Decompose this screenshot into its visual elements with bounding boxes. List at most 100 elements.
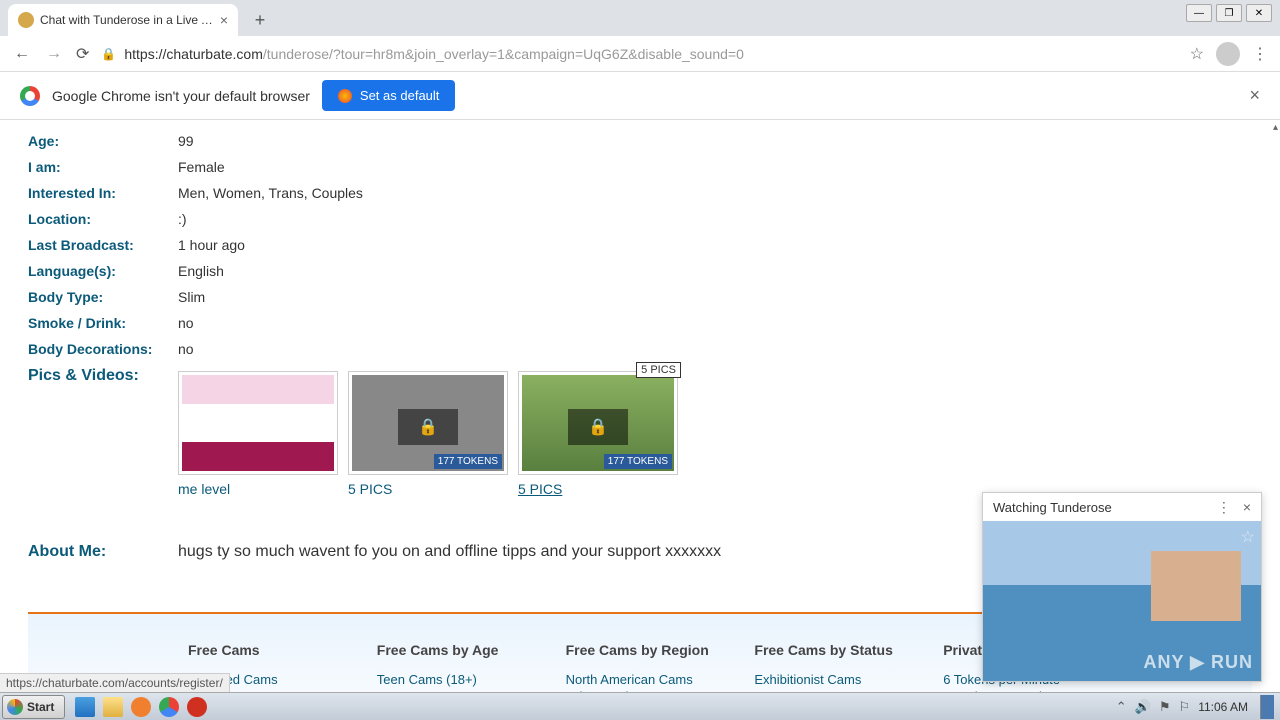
bio-value: :) (178, 211, 187, 227)
bio-label: I am: (28, 159, 178, 175)
new-tab-button[interactable]: + (246, 6, 274, 34)
pics-videos-row: Pics & Videos: me level 🔒 177 TOKENS 5 PICS… (28, 362, 1252, 502)
ie-icon[interactable] (75, 697, 95, 717)
clock[interactable]: 11:06 AM (1198, 700, 1248, 714)
pic-thumbnail[interactable]: 🔒 177 TOKENS (348, 371, 508, 475)
reload-button[interactable]: ⟳ (76, 44, 89, 64)
bio-row: Age:99 (28, 128, 1252, 154)
footer-link[interactable]: Exhibitionist Cams (754, 672, 903, 687)
start-orb-icon (7, 699, 23, 715)
pic-thumbnail[interactable]: 🔒177 TOKENS5 PICS (518, 371, 678, 475)
pic-caption[interactable]: 5 PICS (348, 481, 510, 497)
taskbar: Start ⌃ 🔊 ⚑ ⚐ 11:06 AM (0, 692, 1280, 720)
footer-title: Free Cams by Status (754, 642, 903, 658)
pip-watermark: ANY ▶ RUN (1143, 652, 1253, 673)
infobar-message: Google Chrome isn't your default browser (52, 88, 310, 104)
bio-label: Language(s): (28, 263, 178, 279)
pip-close-icon[interactable]: × (1243, 499, 1251, 516)
footer-column: Free Cams by StatusExhibitionist CamsHD … (754, 642, 903, 692)
token-badge: 177 TOKENS (604, 454, 672, 469)
chrome-taskbar-icon[interactable] (159, 697, 179, 717)
back-button[interactable]: ← (12, 45, 32, 63)
bio-row: Last Broadcast:1 hour ago (28, 232, 1252, 258)
bio-label: Age: (28, 133, 178, 149)
maximize-button[interactable]: ❐ (1216, 4, 1242, 22)
media-player-icon[interactable] (131, 697, 151, 717)
window-controls: — ❐ ✕ (1186, 4, 1272, 22)
url-field[interactable]: 🔒 https://chaturbate.com/tunderose/?tour… (101, 46, 1177, 62)
bio-table: Age:99I am:FemaleInterested In:Men, Wome… (28, 128, 1252, 362)
bio-row: Body Type:Slim (28, 284, 1252, 310)
footer-title: Free Cams (188, 642, 337, 658)
favicon-icon (18, 12, 34, 28)
tab-title: Chat with Tunderose in a Live Adult (40, 13, 214, 27)
tab-bar: Chat with Tunderose in a Live Adult × + … (0, 0, 1280, 36)
pip-window[interactable]: Watching Tunderose ⋮ × ☆ ANY ▶ RUN (982, 492, 1262, 682)
start-button[interactable]: Start (2, 695, 65, 719)
close-tab-icon[interactable]: × (220, 12, 228, 28)
pic-thumbnail[interactable] (178, 371, 338, 475)
quick-launch (75, 697, 207, 717)
security-icon[interactable]: ⚑ (1159, 699, 1171, 715)
bio-label: Smoke / Drink: (28, 315, 178, 331)
browser-chrome: Chat with Tunderose in a Live Adult × + … (0, 0, 1280, 120)
volume-icon[interactable]: 🔊 (1135, 699, 1151, 715)
pics-videos-label: Pics & Videos: (28, 367, 178, 497)
bio-row: Smoke / Drink:no (28, 310, 1252, 336)
bio-label: Interested In: (28, 185, 178, 201)
footer-column: Free Cams by RegionNorth American CamsOt… (566, 642, 715, 692)
shield-icon (338, 89, 352, 103)
pic-item[interactable]: 🔒177 TOKENS5 PICS5 PICS (518, 371, 680, 497)
lock-overlay-icon: 🔒 (568, 409, 628, 445)
bio-label: Body Decorations: (28, 341, 178, 357)
bio-value: Slim (178, 289, 205, 305)
footer-title: Free Cams by Region (566, 642, 715, 658)
profile-avatar[interactable] (1216, 42, 1240, 66)
pip-video[interactable]: ☆ ANY ▶ RUN (983, 521, 1261, 681)
pic-item[interactable]: 🔒 177 TOKENS 5 PICS (348, 371, 510, 497)
close-window-button[interactable]: ✕ (1246, 4, 1272, 22)
bio-row: Location::) (28, 206, 1252, 232)
system-tray: ⌃ 🔊 ⚑ ⚐ 11:06 AM (1116, 695, 1280, 719)
app-icon[interactable] (187, 697, 207, 717)
bio-row: Body Decorations:no (28, 336, 1252, 362)
pic-caption[interactable]: 5 PICS (518, 481, 680, 497)
favorite-star-icon[interactable]: ☆ (1241, 527, 1255, 547)
pic-caption[interactable]: me level (178, 481, 340, 497)
about-me-label: About Me: (28, 543, 178, 561)
bio-row: I am:Female (28, 154, 1252, 180)
bio-value: Men, Women, Trans, Couples (178, 185, 363, 201)
infobar-close-icon[interactable]: × (1249, 85, 1260, 106)
url-path: /tunderose/?tour=hr8m&join_overlay=1&cam… (263, 46, 744, 62)
address-bar: ← → ⟳ 🔒 https://chaturbate.com/tunderose… (0, 36, 1280, 72)
pip-menu-icon[interactable]: ⋮ (1217, 499, 1231, 516)
bio-label: Last Broadcast: (28, 237, 178, 253)
bio-value: no (178, 315, 194, 331)
explorer-icon[interactable] (103, 697, 123, 717)
footer-link[interactable]: Teen Cams (18+) (377, 672, 526, 687)
pic-count-badge: 5 PICS (636, 362, 681, 378)
forward-button[interactable]: → (44, 45, 64, 63)
chrome-menu-icon[interactable]: ⋮ (1252, 44, 1268, 64)
set-default-button[interactable]: Set as default (322, 80, 456, 111)
bio-value: no (178, 341, 194, 357)
bio-value: Female (178, 159, 225, 175)
footer-title: Free Cams by Age (377, 642, 526, 658)
pip-header: Watching Tunderose ⋮ × (983, 493, 1261, 521)
lock-overlay-icon: 🔒 (398, 409, 458, 445)
footer-column: Free Cams by AgeTeen Cams (18+)18 to 21 … (377, 642, 526, 692)
show-desktop-button[interactable] (1260, 695, 1274, 719)
bio-value: English (178, 263, 224, 279)
token-badge: 177 TOKENS (434, 454, 502, 469)
footer-link[interactable]: North American Cams (566, 672, 715, 687)
bio-row: Interested In:Men, Women, Trans, Couples (28, 180, 1252, 206)
bio-label: Body Type: (28, 289, 178, 305)
url-host: https://chaturbate.com (124, 46, 263, 62)
pic-item[interactable]: me level (178, 371, 340, 497)
browser-tab[interactable]: Chat with Tunderose in a Live Adult × (8, 4, 238, 36)
bookmark-icon[interactable]: ☆ (1190, 44, 1204, 64)
tray-expand-icon[interactable]: ⌃ (1116, 699, 1127, 715)
status-bar-url: https://chaturbate.com/accounts/register… (0, 673, 230, 692)
flag-icon[interactable]: ⚐ (1179, 699, 1191, 715)
minimize-button[interactable]: — (1186, 4, 1212, 22)
